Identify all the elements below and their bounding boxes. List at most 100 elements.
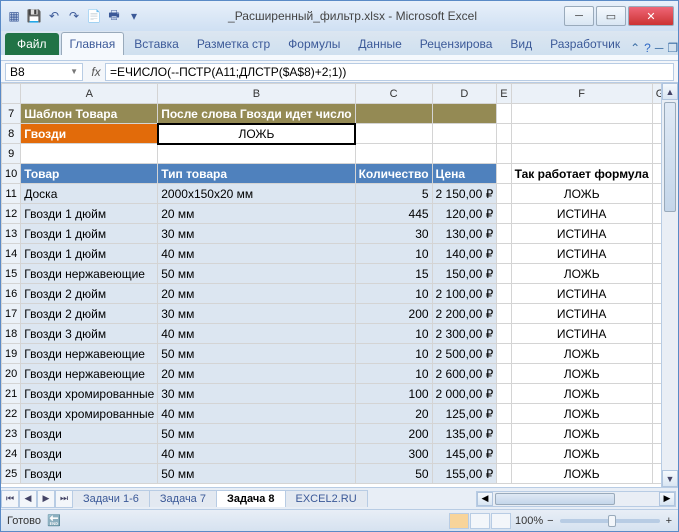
cell-G18[interactable] xyxy=(652,324,661,344)
cell-G14[interactable] xyxy=(652,244,661,264)
cell-D18[interactable]: 2 300,00 ₽ xyxy=(432,324,497,344)
cell-C14[interactable]: 10 xyxy=(355,244,432,264)
cell-A10[interactable]: Товар xyxy=(21,164,158,184)
cell-B11[interactable]: 2000х150х20 мм xyxy=(158,184,355,204)
cell-F24[interactable]: ЛОЖЬ xyxy=(511,444,652,464)
cell-D25[interactable]: 155,00 ₽ xyxy=(432,464,497,484)
cell-F17[interactable]: ИСТИНА xyxy=(511,304,652,324)
cell-C20[interactable]: 10 xyxy=(355,364,432,384)
cell-G17[interactable] xyxy=(652,304,661,324)
cell-C9[interactable] xyxy=(355,144,432,164)
sheet-tab[interactable]: Задача 7 xyxy=(149,490,217,507)
cell-B19[interactable]: 50 мм xyxy=(158,344,355,364)
cell-D15[interactable]: 150,00 ₽ xyxy=(432,264,497,284)
cell-D24[interactable]: 145,00 ₽ xyxy=(432,444,497,464)
cell-G7[interactable] xyxy=(652,104,661,124)
cell-A13[interactable]: Гвозди 1 дюйм xyxy=(21,224,158,244)
workbook-min-icon[interactable]: ─ xyxy=(655,41,664,55)
col-header-E[interactable]: E xyxy=(497,84,511,104)
cell-F21[interactable]: ЛОЖЬ xyxy=(511,384,652,404)
cell-F20[interactable]: ЛОЖЬ xyxy=(511,364,652,384)
row-header-9[interactable]: 9 xyxy=(2,144,21,164)
ribbon-minimize-icon[interactable]: ⌃ xyxy=(630,41,640,55)
sheet-tab[interactable]: Задача 8 xyxy=(216,490,286,507)
col-header-F[interactable]: F xyxy=(511,84,652,104)
name-box[interactable]: B8 ▼ xyxy=(5,63,83,81)
cell-D14[interactable]: 140,00 ₽ xyxy=(432,244,497,264)
scrollbar-thumb[interactable] xyxy=(664,102,676,212)
cell-A7[interactable]: Шаблон Товара xyxy=(21,104,158,124)
cell-A22[interactable]: Гвозди хромированные xyxy=(21,404,158,424)
cell-C18[interactable]: 10 xyxy=(355,324,432,344)
row-header-16[interactable]: 16 xyxy=(2,284,21,304)
file-tab[interactable]: Файл xyxy=(5,33,59,55)
select-all-corner[interactable] xyxy=(2,84,21,104)
cell-D23[interactable]: 135,00 ₽ xyxy=(432,424,497,444)
vertical-scrollbar[interactable]: ▲ ▼ xyxy=(661,83,678,487)
fx-icon[interactable]: fx xyxy=(87,65,105,79)
cell-G8[interactable] xyxy=(652,124,661,144)
row-header-10[interactable]: 10 xyxy=(2,164,21,184)
cell-C12[interactable]: 445 xyxy=(355,204,432,224)
col-header-G[interactable]: G xyxy=(652,84,661,104)
cell-G15[interactable] xyxy=(652,264,661,284)
cell-E13[interactable] xyxy=(497,224,511,244)
cell-B14[interactable]: 40 мм xyxy=(158,244,355,264)
cell-E11[interactable] xyxy=(497,184,511,204)
row-header-11[interactable]: 11 xyxy=(2,184,21,204)
cell-G25[interactable] xyxy=(652,464,661,484)
tab-nav-first-icon[interactable]: ⏮ xyxy=(1,490,19,508)
cell-B12[interactable]: 20 мм xyxy=(158,204,355,224)
cell-E24[interactable] xyxy=(497,444,511,464)
cell-D8[interactable] xyxy=(432,124,497,144)
sheet-tab[interactable]: EXCEL2.RU xyxy=(285,490,368,507)
cell-E8[interactable] xyxy=(497,124,511,144)
cell-F11[interactable]: ЛОЖЬ xyxy=(511,184,652,204)
cell-G21[interactable] xyxy=(652,384,661,404)
cell-G9[interactable] xyxy=(652,144,661,164)
scrollbar-track[interactable] xyxy=(662,100,678,470)
ribbon-tab-insert[interactable]: Вставка xyxy=(126,33,187,55)
cell-D11[interactable]: 2 150,00 ₽ xyxy=(432,184,497,204)
scroll-up-icon[interactable]: ▲ xyxy=(662,83,678,100)
ribbon-tab-review[interactable]: Рецензирова xyxy=(412,33,501,55)
scroll-down-icon[interactable]: ▼ xyxy=(662,470,678,487)
cell-A12[interactable]: Гвозди 1 дюйм xyxy=(21,204,158,224)
cell-A16[interactable]: Гвозди 2 дюйм xyxy=(21,284,158,304)
cell-A25[interactable]: Гвозди xyxy=(21,464,158,484)
name-box-dropdown-icon[interactable]: ▼ xyxy=(70,67,78,76)
zoom-thumb[interactable] xyxy=(608,515,616,527)
cell-G24[interactable] xyxy=(652,444,661,464)
cell-D7[interactable] xyxy=(432,104,497,124)
ribbon-tab-view[interactable]: Вид xyxy=(502,33,540,55)
qat-dropdown-icon[interactable]: ▾ xyxy=(125,7,143,25)
cell-C7[interactable] xyxy=(355,104,432,124)
cell-B7[interactable]: После слова Гвозди идет число xyxy=(158,104,355,124)
cell-E21[interactable] xyxy=(497,384,511,404)
ribbon-tab-home[interactable]: Главная xyxy=(61,32,125,55)
cell-C17[interactable]: 200 xyxy=(355,304,432,324)
cell-F25[interactable]: ЛОЖЬ xyxy=(511,464,652,484)
cell-D21[interactable]: 2 000,00 ₽ xyxy=(432,384,497,404)
cell-B16[interactable]: 20 мм xyxy=(158,284,355,304)
cell-D16[interactable]: 2 100,00 ₽ xyxy=(432,284,497,304)
cell-B8[interactable]: ЛОЖЬ xyxy=(158,124,355,144)
col-header-B[interactable]: B xyxy=(158,84,355,104)
cell-F23[interactable]: ЛОЖЬ xyxy=(511,424,652,444)
view-page-break-button[interactable] xyxy=(491,513,511,529)
row-header-8[interactable]: 8 xyxy=(2,124,21,144)
cell-D9[interactable] xyxy=(432,144,497,164)
cell-E7[interactable] xyxy=(497,104,511,124)
view-page-layout-button[interactable] xyxy=(470,513,490,529)
grid[interactable]: ABCDEFG7Шаблон ТовараПосле слова Гвозди … xyxy=(1,83,661,487)
cell-G20[interactable] xyxy=(652,364,661,384)
close-button[interactable]: ✕ xyxy=(628,6,674,26)
cell-F10[interactable]: Так работает формула xyxy=(511,164,652,184)
row-header-19[interactable]: 19 xyxy=(2,344,21,364)
cell-G12[interactable] xyxy=(652,204,661,224)
cell-F8[interactable] xyxy=(511,124,652,144)
cell-B24[interactable]: 40 мм xyxy=(158,444,355,464)
qat-item-icon[interactable]: 🖶 xyxy=(105,7,123,25)
undo-icon[interactable]: ↶ xyxy=(45,7,63,25)
cell-A8[interactable]: Гвозди xyxy=(21,124,158,144)
